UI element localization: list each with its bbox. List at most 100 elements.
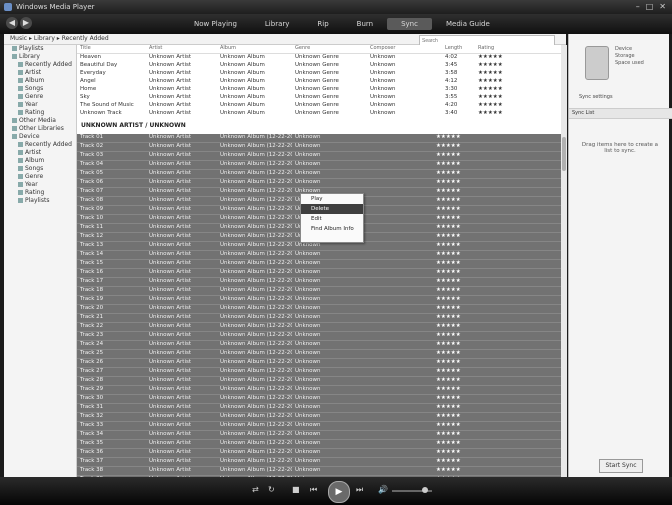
tab-sync[interactable]: Sync: [387, 18, 432, 30]
next-icon[interactable]: ⏭: [356, 485, 363, 495]
table-row-selected[interactable]: Track 35 Unknown Artist Unknown Album (12-…: [77, 440, 561, 449]
sidebar-item[interactable]: Album: [4, 157, 76, 165]
column-header[interactable]: Artist: [146, 45, 217, 53]
table-row-selected[interactable]: Track 36 Unknown Artist Unknown Album (12-…: [77, 449, 561, 458]
table-row-selected[interactable]: Track 06 Unknown Artist Unknown Album (12-…: [77, 179, 561, 188]
scrollbar[interactable]: [561, 45, 567, 477]
stop-icon[interactable]: ■: [292, 485, 300, 494]
back-icon[interactable]: ◀: [6, 17, 18, 29]
table-cell: ★★★★★: [436, 197, 461, 203]
minimize-icon[interactable]: –: [636, 2, 640, 11]
sidebar-item[interactable]: Songs: [4, 165, 76, 173]
sidebar-item[interactable]: Artist: [4, 69, 76, 77]
volume-knob[interactable]: [422, 487, 428, 493]
table-row-selected[interactable]: Track 16 Unknown Artist Unknown Album (12-…: [77, 269, 561, 278]
folder-icon: [18, 142, 23, 147]
table-row[interactable]: Sky Unknown Artist Unknown Album Unknown Ge…: [77, 94, 561, 102]
close-icon[interactable]: ✕: [659, 2, 666, 11]
table-row-selected[interactable]: Track 38 Unknown Artist Unknown Album (12-…: [77, 467, 561, 476]
repeat-icon[interactable]: ↻: [268, 485, 275, 494]
sidebar-item[interactable]: Rating: [4, 109, 76, 117]
table-row[interactable]: Home Unknown Artist Unknown Album Unknown G…: [77, 86, 561, 94]
column-header[interactable]: Composer: [367, 45, 442, 53]
sidebar-item[interactable]: Playlists: [4, 197, 76, 205]
table-row-selected[interactable]: Track 30 Unknown Artist Unknown Album (12-…: [77, 395, 561, 404]
table-row[interactable]: Beautiful Day Unknown Artist Unknown Album…: [77, 62, 561, 70]
context-menu-item[interactable]: Edit: [301, 214, 363, 224]
table-row-selected[interactable]: Track 23 Unknown Artist Unknown Album (12-…: [77, 332, 561, 341]
sidebar-item[interactable]: Genre: [4, 93, 76, 101]
table-row-selected[interactable]: Track 20 Unknown Artist Unknown Album (12-…: [77, 305, 561, 314]
table-row-selected[interactable]: Track 24 Unknown Artist Unknown Album (12-…: [77, 341, 561, 350]
sidebar-item[interactable]: Recently Added: [4, 61, 76, 69]
table-row-selected[interactable]: Track 13 Unknown Artist Unknown Album (12-…: [77, 242, 561, 251]
sidebar-item[interactable]: Year: [4, 181, 76, 189]
tab-rip[interactable]: Rip: [303, 18, 342, 30]
sidebar-item[interactable]: Album: [4, 77, 76, 85]
sidebar-item[interactable]: Genre: [4, 173, 76, 181]
table-row-selected[interactable]: Track 21 Unknown Artist Unknown Album (12-…: [77, 314, 561, 323]
context-menu-item[interactable]: Play: [301, 194, 363, 204]
sidebar-item[interactable]: Device: [4, 133, 76, 141]
scroll-thumb[interactable]: [562, 137, 566, 171]
table-row-selected[interactable]: Track 34 Unknown Artist Unknown Album (12-…: [77, 431, 561, 440]
table-row-selected[interactable]: Track 26 Unknown Artist Unknown Album (12-…: [77, 359, 561, 368]
table-row-selected[interactable]: Track 25 Unknown Artist Unknown Album (12-…: [77, 350, 561, 359]
forward-icon[interactable]: ▶: [20, 17, 32, 29]
table-row-selected[interactable]: Track 28 Unknown Artist Unknown Album (12-…: [77, 377, 561, 386]
table-cell: Unknown Artist: [149, 431, 192, 437]
sidebar-item[interactable]: Library: [4, 53, 76, 61]
tab-burn[interactable]: Burn: [343, 18, 387, 30]
previous-icon[interactable]: ⏮: [310, 485, 317, 495]
start-sync-button[interactable]: Start Sync: [599, 459, 643, 473]
sidebar-item[interactable]: Songs: [4, 85, 76, 93]
column-header[interactable]: Rating: [475, 45, 558, 53]
sidebar-item[interactable]: Recently Added: [4, 141, 76, 149]
table-row-selected[interactable]: Track 19 Unknown Artist Unknown Album (12-…: [77, 296, 561, 305]
sync-settings-link[interactable]: Sync settings: [579, 94, 613, 100]
sidebar-item[interactable]: Playlists: [4, 45, 76, 53]
maximize-icon[interactable]: □: [646, 2, 654, 11]
table-row-selected[interactable]: Track 37 Unknown Artist Unknown Album (12-…: [77, 458, 561, 467]
sidebar-item[interactable]: Rating: [4, 189, 76, 197]
sidebar-item[interactable]: Other Media: [4, 117, 76, 125]
column-header[interactable]: Album: [217, 45, 292, 53]
volume-icon[interactable]: 🔊: [378, 485, 388, 494]
column-header[interactable]: Genre: [292, 45, 367, 53]
table-row-selected[interactable]: Track 01 Unknown Artist Unknown Album (12-…: [77, 134, 561, 143]
table-row-selected[interactable]: Track 27 Unknown Artist Unknown Album (12-…: [77, 368, 561, 377]
context-menu-item[interactable]: Find Album Info: [301, 224, 363, 234]
table-row-selected[interactable]: Track 15 Unknown Artist Unknown Album (12-…: [77, 260, 561, 269]
table-row[interactable]: Everyday Unknown Artist Unknown Album Unkno…: [77, 70, 561, 78]
table-row-selected[interactable]: Track 22 Unknown Artist Unknown Album (12-…: [77, 323, 561, 332]
table-row[interactable]: Heaven Unknown Artist Unknown Album Unknown…: [77, 54, 561, 62]
table-row[interactable]: Unknown Track Unknown Artist Unknown Album…: [77, 110, 561, 118]
table-row-selected[interactable]: Track 03 Unknown Artist Unknown Album (12-…: [77, 152, 561, 161]
table-cell: ★★★★★: [436, 143, 461, 149]
table-row[interactable]: Angel Unknown Artist Unknown Album Unknown …: [77, 78, 561, 86]
table-row-selected[interactable]: Track 31 Unknown Artist Unknown Album (12-…: [77, 404, 561, 413]
table-cell: ★★★★★: [436, 377, 461, 383]
column-header[interactable]: Title: [77, 45, 146, 53]
table-row-selected[interactable]: Track 33 Unknown Artist Unknown Album (12-…: [77, 422, 561, 431]
shuffle-icon[interactable]: ⇄: [252, 485, 259, 494]
column-header[interactable]: Length: [442, 45, 475, 53]
table-row-selected[interactable]: Track 05 Unknown Artist Unknown Album (12-…: [77, 170, 561, 179]
tab-now-playing[interactable]: Now Playing: [180, 18, 251, 30]
sidebar-item[interactable]: Year: [4, 101, 76, 109]
tab-library[interactable]: Library: [251, 18, 303, 30]
table-row-selected[interactable]: Track 29 Unknown Artist Unknown Album (12-…: [77, 386, 561, 395]
table-row-selected[interactable]: Track 14 Unknown Artist Unknown Album (12-…: [77, 251, 561, 260]
sidebar-item[interactable]: Artist: [4, 149, 76, 157]
play-button[interactable]: ▶: [328, 481, 350, 503]
table-row[interactable]: The Sound of Music Unknown Artist Unknown …: [77, 102, 561, 110]
table-row-selected[interactable]: Track 18 Unknown Artist Unknown Album (12-…: [77, 287, 561, 296]
sidebar-item[interactable]: Other Libraries: [4, 125, 76, 133]
table-row-selected[interactable]: Track 02 Unknown Artist Unknown Album (12-…: [77, 143, 561, 152]
table-row-selected[interactable]: Track 04 Unknown Artist Unknown Album (12-…: [77, 161, 561, 170]
tab-media-guide[interactable]: Media Guide: [432, 18, 504, 30]
breadcrumb[interactable]: Music ▸ Library ▸ Recently Added: [10, 35, 109, 42]
context-menu-item[interactable]: Delete: [301, 204, 363, 214]
table-row-selected[interactable]: Track 17 Unknown Artist Unknown Album (12-…: [77, 278, 561, 287]
table-row-selected[interactable]: Track 32 Unknown Artist Unknown Album (12-…: [77, 413, 561, 422]
